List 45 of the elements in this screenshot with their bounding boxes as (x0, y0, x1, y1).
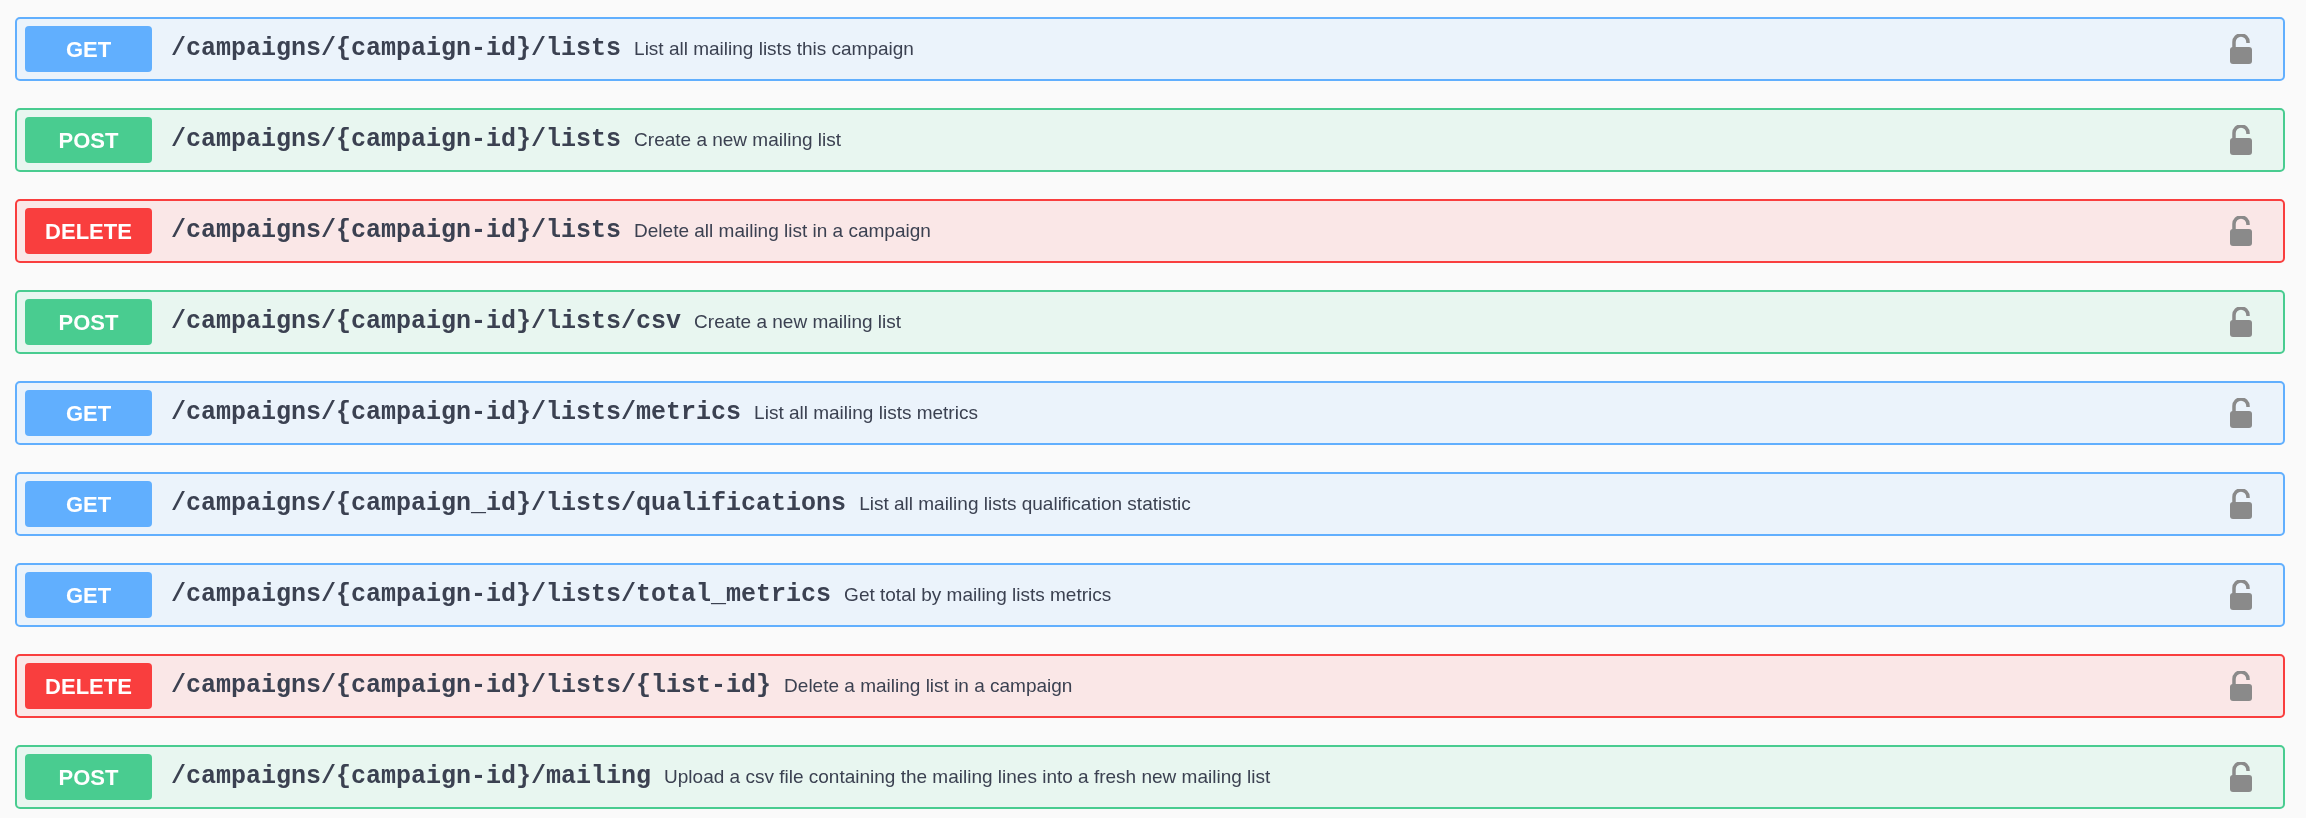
open-lock-icon[interactable] (2229, 580, 2253, 610)
endpoint-path: /campaigns/{campaign-id}/lists/metrics (171, 397, 742, 430)
endpoint-summary: Upload a csv file containing the mailing lines into a fresh new mailing list (664, 764, 1271, 789)
endpoint-path: /campaigns/{campaign-id}/lists/csv (171, 306, 682, 339)
method-badge: GET (25, 572, 152, 618)
endpoint-row[interactable]: GET /campaigns/{campaign-id}/lists/metrics List all mailing lists metrics (15, 381, 2285, 445)
endpoint-path: /campaigns/{campaign-id}/mailing (171, 761, 652, 794)
method-badge: POST (25, 299, 152, 345)
endpoint-row[interactable]: GET /campaigns/{campaign-id}/lists/total_metrics Get total by mailing lists metrics (15, 563, 2285, 627)
endpoint-path: /campaigns/{campaign_id}/lists/qualifications (171, 488, 847, 521)
open-lock-icon[interactable] (2229, 398, 2253, 428)
method-badge: DELETE (25, 663, 152, 709)
method-badge: GET (25, 390, 152, 436)
endpoint-row[interactable]: DELETE /campaigns/{campaign-id}/lists/{list-id} Delete a mailing list in a campaign (15, 654, 2285, 718)
open-lock-icon[interactable] (2229, 671, 2253, 701)
endpoint-row[interactable]: POST /campaigns/{campaign-id}/lists Create a new mailing list (15, 108, 2285, 172)
open-lock-icon[interactable] (2229, 216, 2253, 246)
endpoint-summary: Delete a mailing list in a campaign (784, 673, 1073, 698)
open-lock-icon[interactable] (2229, 125, 2253, 155)
method-badge: POST (25, 754, 152, 800)
endpoint-path: /campaigns/{campaign-id}/lists (171, 124, 622, 157)
endpoint-path: /campaigns/{campaign-id}/lists (171, 33, 622, 66)
endpoint-row[interactable]: GET /campaigns/{campaign-id}/lists List all mailing lists this campaign (15, 17, 2285, 81)
open-lock-icon[interactable] (2229, 489, 2253, 519)
endpoint-summary: List all mailing lists qualification statistic (859, 491, 1191, 516)
endpoint-summary: Create a new mailing list (694, 309, 902, 334)
method-badge: DELETE (25, 208, 152, 254)
endpoint-row[interactable]: GET /campaigns/{campaign_id}/lists/qualifications List all mailing lists qualification statistic (15, 472, 2285, 536)
method-badge: GET (25, 26, 152, 72)
endpoint-row[interactable]: POST /campaigns/{campaign-id}/lists/csv Create a new mailing list (15, 290, 2285, 354)
method-badge: POST (25, 117, 152, 163)
method-badge: GET (25, 481, 152, 527)
open-lock-icon[interactable] (2229, 762, 2253, 792)
endpoint-summary: List all mailing lists this campaign (634, 36, 914, 61)
endpoint-summary: List all mailing lists metrics (754, 400, 978, 425)
endpoint-summary: Delete all mailing list in a campaign (634, 218, 931, 243)
endpoint-summary: Get total by mailing lists metrics (844, 582, 1112, 607)
endpoint-row[interactable]: DELETE /campaigns/{campaign-id}/lists Delete all mailing list in a campaign (15, 199, 2285, 263)
endpoint-summary: Create a new mailing list (634, 127, 842, 152)
open-lock-icon[interactable] (2229, 307, 2253, 337)
endpoint-path: /campaigns/{campaign-id}/lists (171, 215, 622, 248)
endpoint-path: /campaigns/{campaign-id}/lists/total_metrics (171, 579, 832, 612)
endpoint-path: /campaigns/{campaign-id}/lists/{list-id} (171, 670, 772, 703)
open-lock-icon[interactable] (2229, 34, 2253, 64)
endpoint-row[interactable]: POST /campaigns/{campaign-id}/mailing Upload a csv file containing the mailing lines into a fresh new mailing list (15, 745, 2285, 809)
